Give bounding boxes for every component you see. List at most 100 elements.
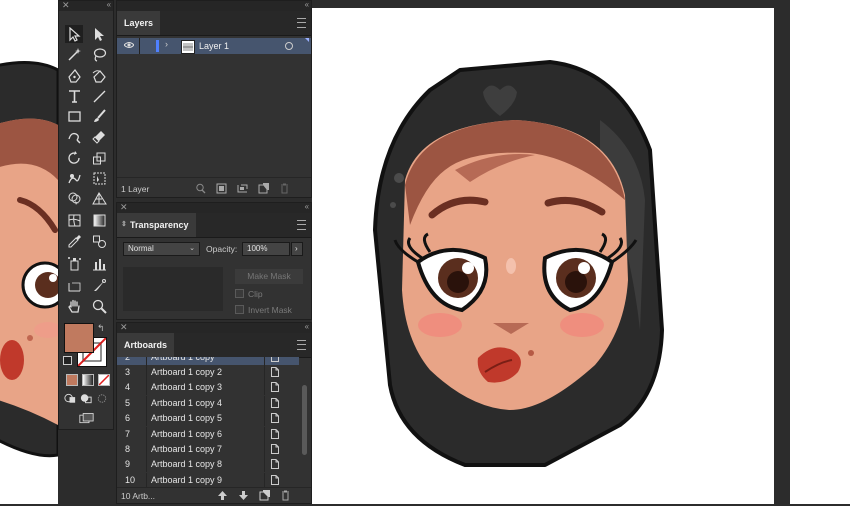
artboard-options-icon[interactable] <box>271 382 279 393</box>
direct-selection-tool-icon[interactable] <box>90 25 108 43</box>
artboard-options-icon[interactable] <box>271 474 279 485</box>
magic-wand-tool-icon[interactable] <box>65 45 83 63</box>
hand-tool-icon[interactable] <box>65 297 83 315</box>
draw-normal-icon[interactable] <box>63 391 77 405</box>
panel-menu-icon[interactable] <box>297 220 306 230</box>
visibility-eye-icon[interactable] <box>123 40 135 50</box>
artboard-name[interactable]: Artboard 1 copy 2 <box>151 367 222 377</box>
symbol-sprayer-tool-icon[interactable] <box>65 254 83 272</box>
lasso-tool-icon[interactable] <box>90 45 108 63</box>
artboard-tool-icon[interactable] <box>65 276 83 294</box>
clip-checkbox[interactable] <box>235 289 244 298</box>
delete-artboard-icon[interactable] <box>280 490 291 501</box>
free-transform-tool-icon[interactable] <box>90 169 108 187</box>
shape-builder-tool-icon[interactable] <box>65 189 83 207</box>
collapse-icon[interactable]: ‹‹ <box>305 0 309 9</box>
close-icon[interactable]: ✕ <box>120 322 128 333</box>
rectangle-tool-icon[interactable] <box>65 107 83 125</box>
invert-mask-checkbox[interactable] <box>235 305 244 314</box>
artboard-row[interactable]: 3 Artboard 1 copy 2 <box>117 365 299 380</box>
artboard-count: 10 Artb... <box>121 491 156 501</box>
opacity-arrow-button[interactable]: › <box>291 242 303 256</box>
artboard-options-icon[interactable] <box>271 367 279 377</box>
layer-row[interactable]: › Layer 1 <box>117 38 311 54</box>
artboard-name[interactable]: Artboard 1 copy 4 <box>151 398 222 408</box>
panel-menu-icon[interactable] <box>297 340 306 350</box>
shaper-tool-icon[interactable] <box>65 127 83 145</box>
scrollbar-thumb[interactable] <box>302 385 307 455</box>
artboard-options-icon[interactable] <box>271 444 279 454</box>
artboard-row[interactable]: 8 Artboard 1 copy 7 <box>117 442 299 457</box>
locate-object-icon[interactable] <box>195 183 206 194</box>
zoom-tool-icon[interactable] <box>90 297 108 315</box>
selection-tool-icon[interactable] <box>65 25 83 43</box>
artboard-name[interactable]: Artboard 1 copy 7 <box>151 444 222 454</box>
artboard-options-icon[interactable] <box>271 459 279 470</box>
draw-behind-icon[interactable] <box>79 391 93 405</box>
tab-transparency[interactable]: ⇕ Transparency <box>117 213 196 237</box>
create-new-layer-icon[interactable] <box>258 183 269 194</box>
move-down-icon[interactable] <box>238 490 249 501</box>
opacity-field[interactable]: 100% <box>242 242 290 256</box>
artboard-name[interactable]: Artboard 1 copy 5 <box>151 413 222 423</box>
delete-layer-icon[interactable] <box>279 183 290 194</box>
tab-layers[interactable]: Layers <box>117 11 161 35</box>
mesh-tool-icon[interactable] <box>65 211 83 229</box>
change-screen-mode-icon[interactable] <box>77 411 95 425</box>
artboard-name[interactable]: Artboard 1 copy <box>151 357 215 362</box>
column-graph-tool-icon[interactable] <box>90 254 108 272</box>
artboard-row[interactable]: 10 Artboard 1 copy 9 <box>117 472 299 487</box>
curvature-tool-icon[interactable] <box>90 67 108 85</box>
artboard-options-icon[interactable] <box>271 413 279 424</box>
artboard-options-icon[interactable] <box>271 357 279 362</box>
panel-menu-icon[interactable] <box>297 18 306 28</box>
collapse-icon[interactable]: ‹‹ <box>305 322 309 331</box>
eyedropper-tool-icon[interactable] <box>65 232 83 250</box>
color-mode-icon[interactable] <box>66 374 78 386</box>
expand-chevron-icon[interactable]: › <box>165 39 168 49</box>
artboard-row[interactable]: 4 Artboard 1 copy 3 <box>117 380 299 396</box>
artboard-row[interactable]: 9 Artboard 1 copy 8 <box>117 457 299 473</box>
artboard-row[interactable]: 2 Artboard 1 copy <box>117 357 299 365</box>
draw-inside-icon[interactable] <box>95 391 109 405</box>
make-mask-button[interactable]: Make Mask <box>235 269 303 284</box>
pen-tool-icon[interactable] <box>65 67 83 85</box>
rotate-tool-icon[interactable] <box>65 149 83 167</box>
artboard-name[interactable]: Artboard 1 copy 6 <box>151 429 222 439</box>
swap-fill-stroke-icon[interactable]: ↰ <box>97 323 105 334</box>
line-tool-icon[interactable] <box>90 87 108 105</box>
default-colors-icon[interactable] <box>63 356 72 365</box>
eraser-tool-icon[interactable] <box>90 127 108 145</box>
none-mode-icon[interactable] <box>98 374 110 386</box>
create-sublayer-icon[interactable] <box>237 183 248 194</box>
perspective-grid-tool-icon[interactable] <box>90 189 108 207</box>
close-icon[interactable]: ✕ <box>62 0 70 11</box>
artboard-name[interactable]: Artboard 1 copy 8 <box>151 459 222 469</box>
artboard-options-icon[interactable] <box>271 397 279 408</box>
paintbrush-tool-icon[interactable] <box>90 107 108 125</box>
move-up-icon[interactable] <box>217 490 228 501</box>
scrollbar[interactable] <box>299 357 309 487</box>
tab-artboards[interactable]: Artboards <box>117 333 175 357</box>
gradient-tool-icon[interactable] <box>90 211 108 229</box>
target-circle-icon[interactable] <box>285 42 293 50</box>
artboard-row[interactable]: 7 Artboard 1 copy 6 <box>117 426 299 442</box>
blend-tool-icon[interactable] <box>90 232 108 250</box>
slice-tool-icon[interactable] <box>90 276 108 294</box>
artboard-row[interactable]: 6 Artboard 1 copy 5 <box>117 411 299 427</box>
new-artboard-icon[interactable] <box>259 490 270 501</box>
collapse-icon[interactable]: ‹‹ <box>305 202 309 211</box>
layer-name[interactable]: Layer 1 <box>199 41 229 51</box>
artboard-name[interactable]: Artboard 1 copy 3 <box>151 382 222 392</box>
type-tool-icon[interactable] <box>65 87 83 105</box>
warp-tool-icon[interactable] <box>65 169 83 187</box>
blend-mode-dropdown[interactable]: Normal ⌄ <box>123 242 200 256</box>
close-icon[interactable]: ✕ <box>120 202 128 213</box>
artboard-row[interactable]: 5 Artboard 1 copy 4 <box>117 395 299 411</box>
make-clipping-mask-icon[interactable] <box>216 183 227 194</box>
gradient-mode-icon[interactable] <box>82 374 94 386</box>
artboard-options-icon[interactable] <box>271 428 279 439</box>
collapse-icon[interactable]: ‹‹ <box>107 0 111 9</box>
artboard-name[interactable]: Artboard 1 copy 9 <box>151 475 222 485</box>
scale-tool-icon[interactable] <box>90 149 108 167</box>
